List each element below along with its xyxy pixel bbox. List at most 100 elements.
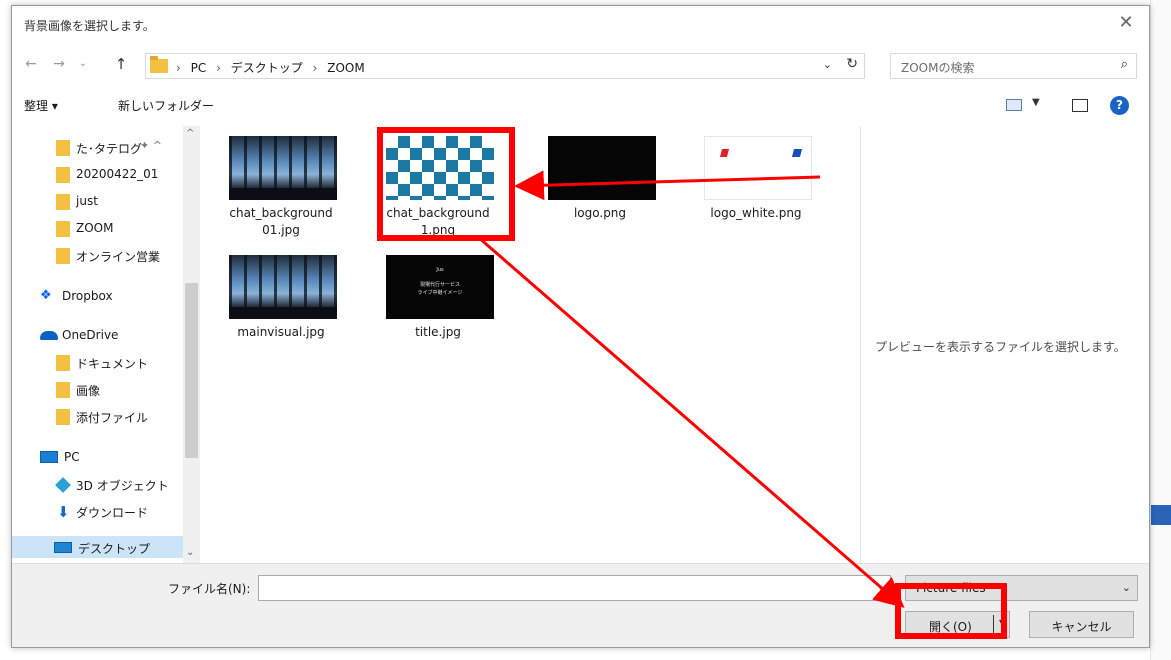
recent-locations-chevron-icon[interactable]: ⌄ <box>74 55 92 73</box>
sidebar-item-label: 画像 <box>76 384 101 398</box>
file-name: logo_white.png <box>710 206 802 220</box>
filename-field[interactable]: ⌄ <box>258 575 891 601</box>
file-thumbnail <box>229 255 337 319</box>
sidebar-item-desktop[interactable]: デスクトップ <box>12 536 184 558</box>
pc-icon <box>40 451 58 463</box>
sidebar-item-3d-objects[interactable]: 3D オブジェクト <box>12 473 184 495</box>
file-list: chat_background 01.jpg chat_background 1.p… <box>204 126 860 563</box>
file-thumbnail <box>229 136 337 200</box>
onedrive-icon <box>40 331 58 340</box>
pin-icon[interactable]: ✦ ^ <box>140 139 162 152</box>
search-placeholder: ZOOMの検索 <box>901 61 975 75</box>
folder-icon <box>56 167 70 183</box>
sidebar-item-online-sales[interactable]: オンライン営業 <box>12 244 184 266</box>
dialog-title: 背景画像を選択します。 <box>24 19 155 33</box>
download-icon: ⬇ <box>57 503 70 521</box>
breadcrumb-separator: › <box>312 61 318 75</box>
sidebar-item-dropbox[interactable]: ❖ Dropbox <box>12 285 184 307</box>
cancel-button[interactable]: キャンセル <box>1029 611 1134 638</box>
scroll-down-icon[interactable]: ⌄ <box>186 547 194 558</box>
sidebar-item-attachments[interactable]: 添付ファイル <box>12 405 184 427</box>
file-thumbnail: Jus 現場代行サービス ライブ中継イメージ <box>386 255 494 319</box>
sidebar-item-downloads[interactable]: ⬇ ダウンロード <box>12 500 184 522</box>
sidebar-item-label: 添付ファイル <box>76 411 149 425</box>
preview-pane-icon[interactable] <box>1072 99 1088 112</box>
scrollbar-thumb[interactable] <box>185 283 198 458</box>
breadcrumb-separator: › <box>216 61 221 75</box>
sidebar-item-label: デスクトップ <box>78 542 151 556</box>
folder-icon <box>56 382 70 398</box>
dropbox-icon: ❖ <box>40 288 52 303</box>
sidebar-item-label: 3D オブジェクト <box>76 479 169 493</box>
folder-icon <box>56 355 70 371</box>
file-thumbnail <box>548 136 656 200</box>
sidebar-item-label: just <box>76 194 98 208</box>
folder-icon <box>56 221 70 237</box>
preview-message: プレビューを表示するファイルを選択します。 <box>875 340 1126 354</box>
sidebar-item-label: 20200422_01 <box>76 167 159 181</box>
folder-icon <box>56 140 70 156</box>
file-name: title.jpg <box>415 325 461 339</box>
sidebar-item-label: Dropbox <box>62 289 113 303</box>
scroll-up-icon[interactable]: ^ <box>186 128 194 139</box>
folder-icon <box>56 248 70 264</box>
navigation-pane: た･タテログ ✦ ^ 20200422_01 just ZOOM オンライン営業… <box>12 126 202 563</box>
file-name: mainvisual.jpg <box>237 325 325 339</box>
sidebar-item-20200422-01[interactable]: 20200422_01 <box>12 163 184 185</box>
sidebar-item-pc[interactable]: PC <box>12 446 184 468</box>
organize-menu-button[interactable]: 整理 ▾ <box>24 97 58 114</box>
command-toolbar: 整理 ▾ 新しいフォルダー ▼ ? <box>12 93 1149 119</box>
file-name: chat_background 01.jpg <box>229 206 333 237</box>
sidebar-item-label: た･タテログ <box>76 142 143 156</box>
sidebar-item-label: PC <box>64 450 80 464</box>
sidebar-item-zoom[interactable]: ZOOM <box>12 217 184 239</box>
dialog-titlebar: 背景画像を選択します。 ✕ <box>12 6 1149 43</box>
breadcrumb: › PC › デスクトップ › ZOOM <box>176 59 371 76</box>
sidebar-item-just[interactable]: just <box>12 190 184 212</box>
sidebar-item-label: ドキュメント <box>76 357 149 371</box>
sidebar-item-documents[interactable]: ドキュメント <box>12 351 184 373</box>
view-options-chevron-icon[interactable]: ▼ <box>1032 97 1040 108</box>
annotation-highlight-open-button <box>895 583 1007 639</box>
folder-icon <box>56 409 70 425</box>
annotation-highlight-file <box>377 127 515 241</box>
folder-icon <box>150 56 168 73</box>
chevron-down-icon[interactable]: ⌄ <box>877 580 886 593</box>
background-window-edge <box>1150 0 1171 660</box>
sidebar-item-label: ZOOM <box>76 221 114 235</box>
close-icon[interactable]: ✕ <box>1115 12 1137 34</box>
background-blue-block <box>1151 505 1171 525</box>
search-input[interactable]: ZOOMの検索 ⌕ <box>890 53 1137 79</box>
breadcrumb-pc[interactable]: PC <box>191 61 207 75</box>
screenshot-stage: 背景画像を選択します。 ✕ ← → ⌄ ↑ › PC › デスクトップ › ZO… <box>0 0 1171 660</box>
sidebar-item-pictures[interactable]: 画像 <box>12 378 184 400</box>
sidebar-item-label: オンライン営業 <box>76 250 161 264</box>
address-bar[interactable]: › PC › デスクトップ › ZOOM ⌄ ↻ <box>145 53 865 79</box>
file-name: logo.png <box>573 206 627 220</box>
nav-scrollbar[interactable]: ^ ⌄ <box>183 126 200 563</box>
folder-icon <box>56 194 70 210</box>
chevron-down-icon[interactable]: ⌄ <box>823 58 832 71</box>
up-arrow-icon[interactable]: ↑ <box>112 55 130 73</box>
help-icon[interactable]: ? <box>1110 96 1129 115</box>
sidebar-item-tateroga[interactable]: た･タテログ ✦ ^ <box>12 136 184 158</box>
sidebar-item-onedrive[interactable]: OneDrive <box>12 324 184 346</box>
address-row: ← → ⌄ ↑ › PC › デスクトップ › ZOOM ⌄ ↻ ZOOMの検索… <box>12 51 1149 81</box>
back-arrow-icon[interactable]: ← <box>22 55 40 73</box>
file-open-dialog: 背景画像を選択します。 ✕ ← → ⌄ ↑ › PC › デスクトップ › ZO… <box>11 5 1150 648</box>
breadcrumb-desktop[interactable]: デスクトップ <box>231 61 303 75</box>
filename-label: ファイル名(N): <box>168 582 251 596</box>
forward-arrow-icon[interactable]: → <box>50 55 68 73</box>
sidebar-item-label: OneDrive <box>62 328 119 342</box>
search-icon[interactable]: ⌕ <box>1121 57 1128 72</box>
new-folder-button[interactable]: 新しいフォルダー <box>118 97 214 114</box>
preview-pane: プレビューを表示するファイルを選択します。 <box>860 126 1149 563</box>
3d-objects-icon <box>55 477 71 493</box>
change-view-icon[interactable] <box>1006 99 1022 111</box>
cancel-button-label: キャンセル <box>1051 620 1112 634</box>
breadcrumb-zoom[interactable]: ZOOM <box>327 61 364 75</box>
refresh-icon[interactable]: ↻ <box>846 56 858 72</box>
chevron-down-icon[interactable]: ⌄ <box>1122 581 1131 594</box>
desktop-icon <box>54 542 72 553</box>
sidebar-item-label: ダウンロード <box>76 506 149 520</box>
